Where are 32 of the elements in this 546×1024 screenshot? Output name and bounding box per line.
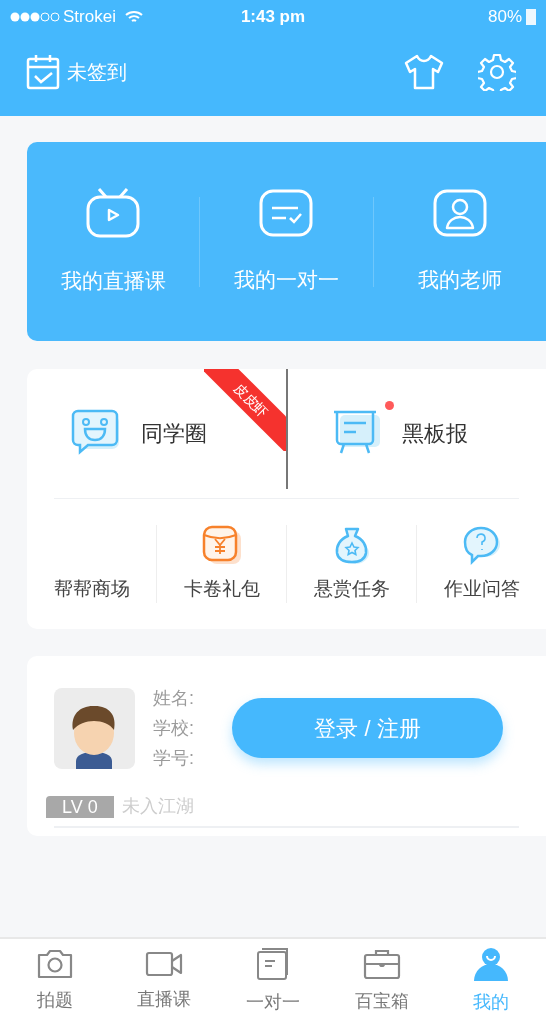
document-icon <box>256 947 290 981</box>
profile-field-label: 姓名: <box>153 687 194 710</box>
tool-link[interactable]: 帮帮商场 <box>53 574 130 603</box>
question-chat-icon[interactable] <box>461 524 502 565</box>
battery-icon <box>526 9 536 25</box>
tab[interactable]: 拍题 <box>0 939 110 1024</box>
profile-field-label: 学校: <box>153 717 194 740</box>
battery-percent: 80% <box>487 6 522 29</box>
signal-icon <box>10 11 60 23</box>
profile-field-label: 学号: <box>153 747 194 770</box>
settings-icon[interactable] <box>478 53 516 91</box>
status-time: 1:43 pm <box>240 6 306 29</box>
t-shirt-icon[interactable] <box>404 54 444 90</box>
wifi-icon <box>124 10 143 24</box>
tool-link[interactable]: 作业问答 <box>443 574 520 603</box>
user-icon <box>472 947 511 981</box>
user-icon[interactable] <box>431 187 488 238</box>
message-check-icon[interactable] <box>258 187 315 238</box>
carrier-name: Strokei <box>63 6 116 29</box>
camera-icon <box>35 949 74 979</box>
feature-link[interactable]: 黑板报 <box>401 416 468 450</box>
calendar-check-icon[interactable] <box>26 54 60 90</box>
tab[interactable]: 百宝箱 <box>327 939 437 1024</box>
video-camera-icon <box>144 950 183 978</box>
tab[interactable]: 直播课 <box>109 939 219 1024</box>
tool-link[interactable]: 悬赏任务 <box>313 574 390 603</box>
tool-link[interactable]: 卡卷礼包 <box>183 574 260 603</box>
coin-jar-icon[interactable] <box>201 524 242 565</box>
tv-play-icon[interactable] <box>85 186 142 239</box>
level-badge: LV 0 <box>46 795 114 818</box>
briefcase-icon <box>363 948 402 980</box>
tab[interactable]: 一对一 <box>218 939 328 1024</box>
